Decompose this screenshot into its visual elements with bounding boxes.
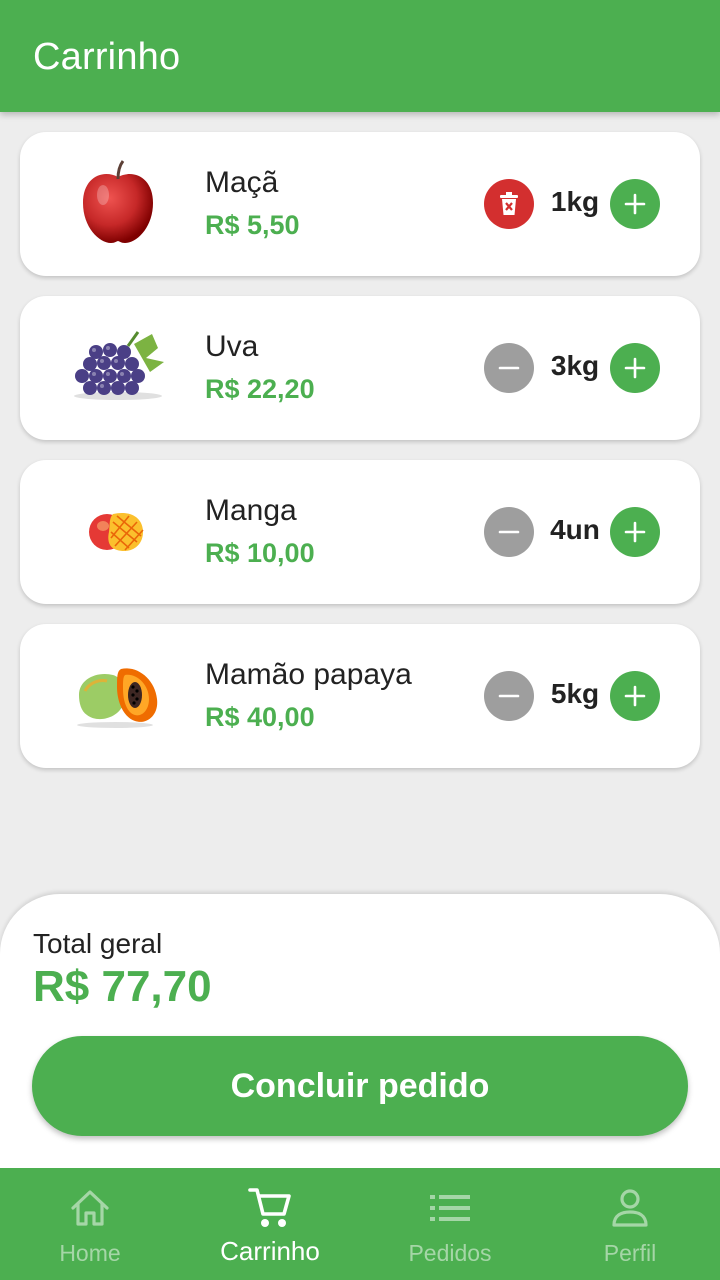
nav-item-orders[interactable]: Pedidos [360,1168,540,1280]
item-name: Maçã [205,166,279,199]
plus-icon [624,521,646,543]
cart-item-grapes: Uva R$ 22,20 3kg [20,296,700,440]
item-quantity: 4un [550,514,600,545]
item-price: R$ 5,50 [205,210,300,240]
nav-item-cart[interactable]: Carrinho [180,1168,360,1280]
minus-icon [498,694,520,698]
app-bar: Carrinho [0,0,720,112]
item-name: Manga [205,494,297,527]
nav-item-profile[interactable]: Perfil [540,1168,720,1280]
cart-list: Maçã R$ 5,50 1kg Uva R$ 22,20 3kg Manga … [20,132,700,788]
item-price: R$ 10,00 [205,538,315,568]
item-quantity: 3kg [550,350,600,381]
cart-item-papaya: Mamão papaya R$ 40,00 5kg [20,624,700,768]
item-quantity: 5kg [550,678,600,709]
order-summary: Total geral R$ 77,70 Concluir pedido [0,894,720,1194]
apple-image [68,154,168,254]
minus-icon [498,530,520,534]
bottom-navigation: Home Carrinho Pedidos Perfil [0,1168,720,1280]
mango-image [68,482,168,582]
person-icon [611,1186,649,1230]
item-quantity: 1kg [550,186,600,217]
cart-item-mango: Manga R$ 10,00 4un [20,460,700,604]
plus-icon [624,685,646,707]
total-label: Total geral [33,928,163,959]
item-name: Mamão papaya [205,658,412,691]
checkout-button[interactable]: Concluir pedido [32,1036,688,1136]
decrease-button[interactable] [484,343,534,393]
cart-item-apple: Maçã R$ 5,50 1kg [20,132,700,276]
page-title: Carrinho [33,36,181,78]
nav-item-home[interactable]: Home [0,1168,180,1280]
minus-icon [498,366,520,370]
list-icon [430,1186,470,1230]
papaya-image [68,646,168,746]
decrease-button[interactable] [484,507,534,557]
plus-icon [624,357,646,379]
nav-label: Pedidos [408,1240,492,1266]
total-value: R$ 77,70 [33,962,212,1011]
delete-button[interactable] [484,179,534,229]
grapes-image [68,318,168,418]
increase-button[interactable] [610,507,660,557]
item-name: Uva [205,330,259,363]
home-icon [69,1186,111,1230]
nav-label: Perfil [603,1240,657,1266]
plus-icon [624,193,646,215]
increase-button[interactable] [610,179,660,229]
cart-icon [248,1186,292,1230]
decrease-button[interactable] [484,671,534,721]
item-price: R$ 22,20 [205,374,315,404]
increase-button[interactable] [610,671,660,721]
increase-button[interactable] [610,343,660,393]
nav-label: Carrinho [220,1236,320,1266]
item-price: R$ 40,00 [205,702,315,732]
nav-label: Home [59,1240,121,1266]
trash-icon [500,192,518,215]
